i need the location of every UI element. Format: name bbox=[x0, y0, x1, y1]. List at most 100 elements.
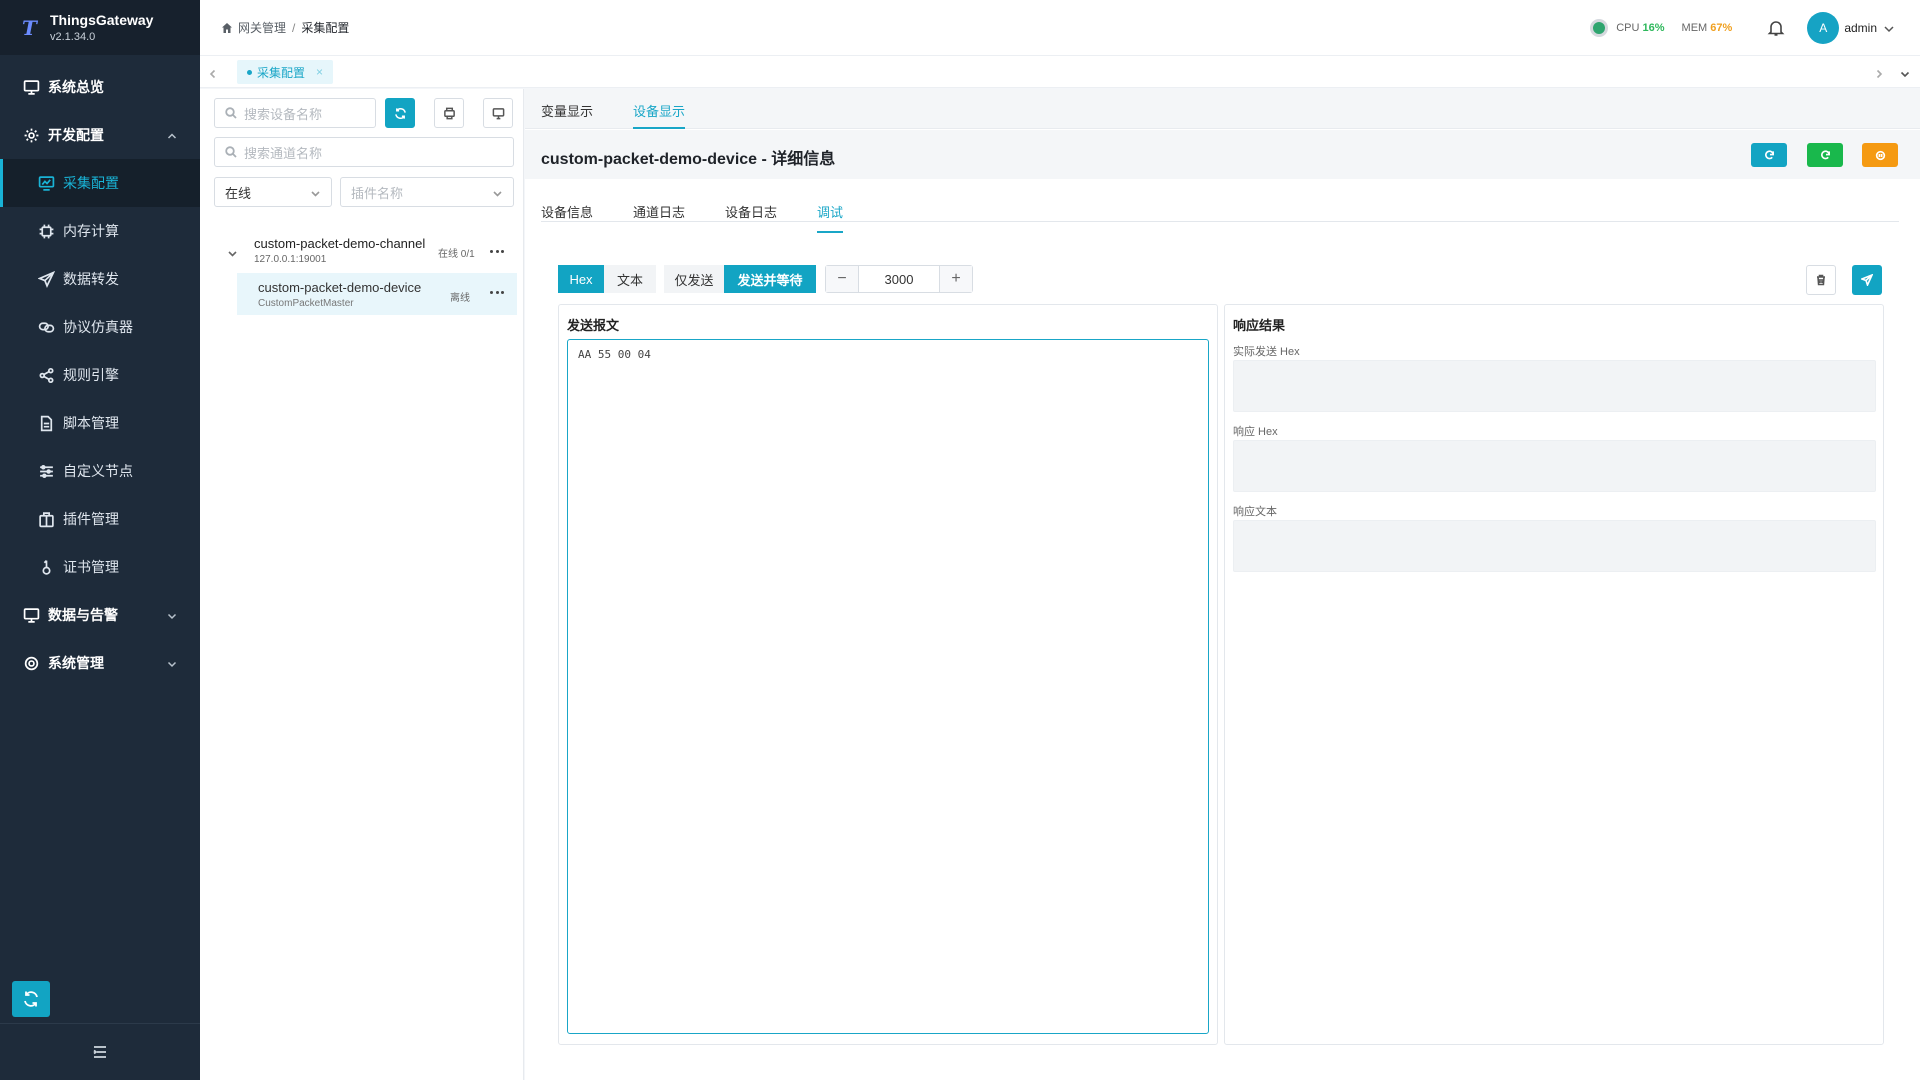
monitor-icon bbox=[22, 78, 40, 96]
sidebar-item-label: 系统总览 bbox=[48, 79, 104, 95]
chevron-down-icon bbox=[166, 657, 178, 669]
refresh-button[interactable] bbox=[385, 98, 415, 128]
close-icon[interactable]: × bbox=[316, 65, 323, 79]
response-hex-output bbox=[1233, 440, 1876, 492]
tab-device-log[interactable]: 设备日志 bbox=[725, 202, 777, 221]
sidebar-item-label: 自定义节点 bbox=[63, 463, 133, 479]
chevron-down-icon[interactable] bbox=[1900, 66, 1912, 78]
sidebar-item-rule-engine[interactable]: 规则引擎 bbox=[0, 351, 200, 399]
avatar[interactable]: A bbox=[1807, 12, 1840, 44]
timeout-input[interactable]: 3000 bbox=[858, 266, 940, 292]
sidebar-item-label: 规则引擎 bbox=[63, 367, 119, 383]
tab-label: 采集配置 bbox=[257, 65, 306, 80]
username[interactable]: admin bbox=[1844, 21, 1877, 35]
mem-stat: MEM 67% bbox=[1681, 22, 1733, 34]
sidebar-group-system-manage[interactable]: 系统管理 bbox=[0, 639, 200, 687]
breadcrumb-item[interactable]: 网关管理 bbox=[238, 19, 286, 36]
response-text-output bbox=[1233, 520, 1876, 572]
export-button[interactable] bbox=[434, 98, 464, 128]
plugin-filter-select[interactable]: 插件名称 bbox=[340, 177, 514, 207]
more-icon[interactable] bbox=[490, 250, 504, 256]
sidebar-item-data-forward[interactable]: 数据转发 bbox=[0, 255, 200, 303]
sidebar-item-label: 数据转发 bbox=[63, 271, 119, 287]
send-button[interactable] bbox=[1852, 265, 1882, 295]
send-and-wait-button[interactable]: 发送并等待 bbox=[724, 265, 816, 293]
refresh-button[interactable] bbox=[1751, 143, 1787, 167]
restart-button[interactable] bbox=[1807, 143, 1843, 167]
channel-status: 在线 0/1 bbox=[438, 249, 475, 260]
printer-icon bbox=[443, 107, 455, 119]
sidebar-group-data-alarm[interactable]: 数据与告警 bbox=[0, 591, 200, 639]
sidebar-item-memory-compute[interactable]: 内存计算 bbox=[0, 207, 200, 255]
sidebar-item-overview[interactable]: 系统总览 bbox=[0, 63, 200, 111]
pause-icon bbox=[1875, 150, 1885, 160]
view-tabs: 变量显示 设备显示 bbox=[525, 89, 1920, 129]
chevron-down-icon bbox=[310, 187, 321, 198]
cpu-stat: CPU 16% bbox=[1616, 22, 1665, 34]
sidebar-item-protocol-simulator[interactable]: 协议仿真器 bbox=[0, 303, 200, 351]
sidebar-item-collect-config[interactable]: 采集配置 bbox=[0, 159, 200, 207]
restart-icon bbox=[1820, 149, 1830, 159]
display-button[interactable] bbox=[483, 98, 513, 128]
device-tree-panel: 搜索设备名称 搜索通道名称 在线 插件名称 custom-packet-demo… bbox=[200, 89, 524, 1080]
header-status-area: CPU 16% MEM 67% A admin bbox=[1593, 0, 1920, 56]
chevron-left-icon[interactable] bbox=[208, 66, 220, 79]
active-dot-icon bbox=[247, 69, 252, 75]
clear-button[interactable] bbox=[1806, 265, 1836, 295]
sync-icon bbox=[24, 991, 38, 1007]
sidebar-item-label: 证书管理 bbox=[63, 559, 119, 575]
timeout-stepper: − 3000 + bbox=[825, 265, 973, 293]
sidebar-menu: 系统总览 开发配置 采集配置 内存计算 数据转发 协议仿真器 规则引擎 脚本管理… bbox=[0, 55, 200, 687]
decrement-button[interactable]: − bbox=[826, 266, 858, 292]
send-only-button[interactable]: 仅发送 bbox=[664, 265, 724, 293]
more-icon[interactable] bbox=[490, 291, 504, 297]
tab-device-info[interactable]: 设备信息 bbox=[541, 202, 593, 221]
logo-icon: T bbox=[22, 15, 37, 40]
sliders-icon bbox=[37, 462, 55, 480]
pause-button[interactable] bbox=[1862, 143, 1898, 167]
sidebar-item-script-manage[interactable]: 脚本管理 bbox=[0, 399, 200, 447]
send-icon bbox=[37, 270, 55, 288]
status-filter-select[interactable]: 在线 bbox=[214, 177, 332, 207]
channel-search-input[interactable]: 搜索通道名称 bbox=[214, 137, 514, 167]
tab-variable-view[interactable]: 变量显示 bbox=[541, 101, 593, 120]
sidebar-item-label: 内存计算 bbox=[63, 223, 119, 239]
bell-icon[interactable] bbox=[1767, 19, 1785, 37]
send-packet-textarea[interactable]: AA 55 00 04 bbox=[567, 339, 1209, 1034]
link-icon bbox=[37, 318, 55, 336]
device-name: custom-packet-demo-device bbox=[258, 280, 422, 295]
text-mode-button[interactable]: 文本 bbox=[604, 265, 656, 293]
monitor-icon bbox=[22, 606, 40, 624]
sidebar-item-cert-manage[interactable]: 证书管理 bbox=[0, 543, 200, 591]
sidebar-item-label: 系统管理 bbox=[48, 655, 104, 671]
tab-channel-log[interactable]: 通道日志 bbox=[633, 202, 685, 221]
chevron-down-icon[interactable] bbox=[227, 246, 238, 257]
chart-monitor-icon bbox=[37, 174, 55, 192]
app-name: ThingsGateway bbox=[50, 11, 154, 28]
device-status: 离线 bbox=[450, 293, 470, 304]
sidebar-item-custom-node[interactable]: 自定义节点 bbox=[0, 447, 200, 495]
sidebar: T ThingsGateway v2.1.34.0 系统总览 开发配置 采集配置… bbox=[0, 0, 200, 1080]
device-search-input[interactable]: 搜索设备名称 bbox=[214, 98, 376, 128]
sync-button[interactable] bbox=[12, 981, 50, 1017]
hex-mode-button[interactable]: Hex bbox=[558, 265, 604, 293]
chevron-right-icon[interactable] bbox=[1874, 66, 1886, 79]
channel-name[interactable]: custom-packet-demo-channel bbox=[254, 236, 425, 251]
trash-icon bbox=[1817, 274, 1825, 286]
actual-hex-output bbox=[1233, 360, 1876, 412]
tree-device-row[interactable]: custom-packet-demo-device CustomPacketMa… bbox=[237, 273, 517, 315]
chevron-down-icon[interactable] bbox=[1883, 22, 1895, 34]
tab-collect-config[interactable]: 采集配置 × bbox=[237, 60, 334, 84]
top-header: 网关管理 / 采集配置 CPU 16% MEM 67% A admin bbox=[200, 0, 1920, 56]
file-icon bbox=[37, 414, 55, 432]
tab-debug[interactable]: 调试 bbox=[817, 202, 844, 233]
sidebar-item-plugin-manage[interactable]: 插件管理 bbox=[0, 495, 200, 543]
detail-header: custom-packet-demo-device - 详细信息 bbox=[525, 130, 1920, 179]
package-icon bbox=[37, 510, 55, 528]
increment-button[interactable]: + bbox=[940, 266, 972, 292]
collapse-sidebar-button[interactable] bbox=[0, 1023, 200, 1080]
brand: T ThingsGateway v2.1.34.0 bbox=[0, 0, 200, 55]
key-icon bbox=[37, 558, 55, 576]
sidebar-group-dev-config[interactable]: 开发配置 bbox=[0, 111, 200, 159]
tab-device-view[interactable]: 设备显示 bbox=[633, 101, 686, 129]
